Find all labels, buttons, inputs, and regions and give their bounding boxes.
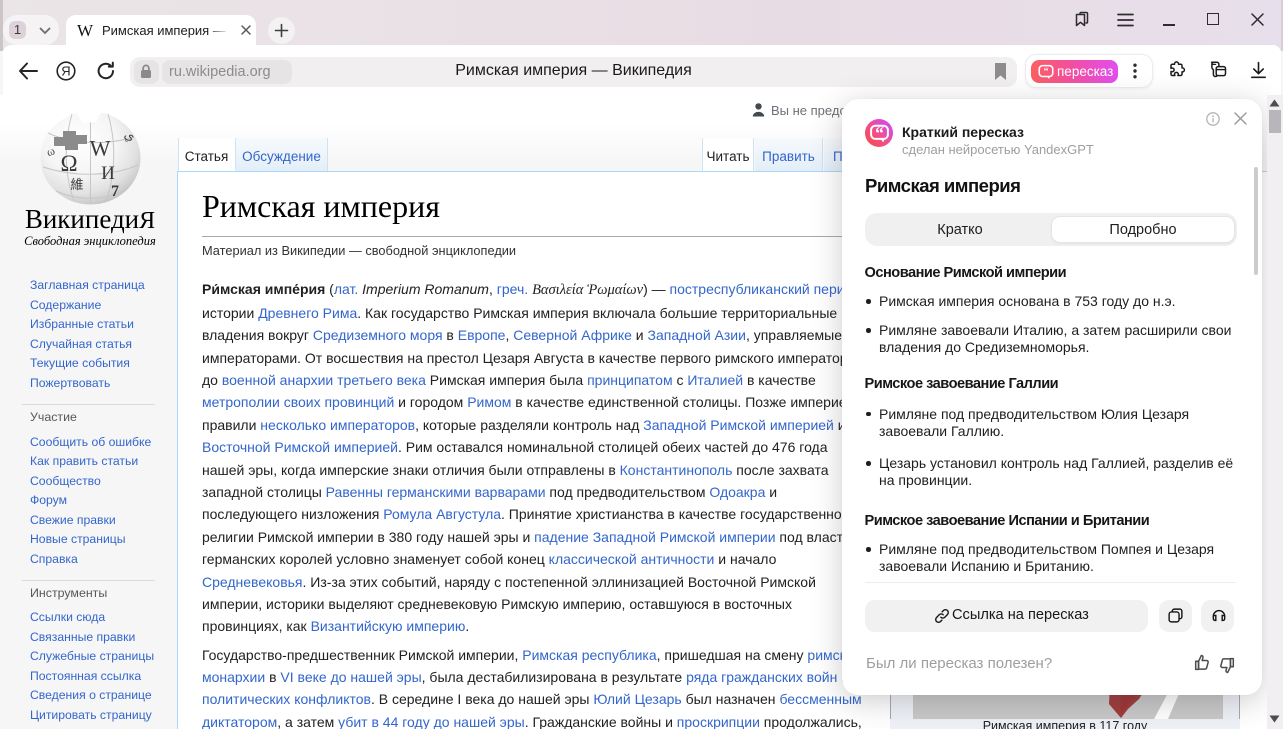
svg-text:Ω: Ω	[60, 151, 77, 176]
svg-text:“: “	[875, 123, 884, 143]
svg-text:7: 7	[111, 183, 119, 200]
svg-text:Я: Я	[61, 64, 70, 79]
svg-text:И: И	[101, 163, 115, 184]
svg-text:“: “	[1044, 66, 1049, 77]
svg-text:維: 維	[70, 177, 83, 192]
svg-text:W: W	[90, 136, 111, 161]
